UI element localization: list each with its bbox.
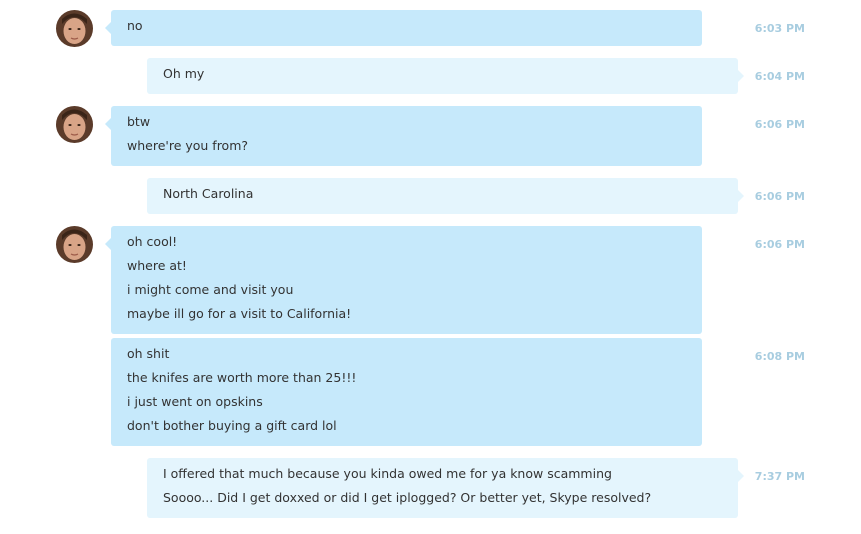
message-bubble-outgoing[interactable]: North Carolina — [147, 178, 738, 214]
contact-avatar[interactable] — [56, 226, 93, 263]
message-text: the knifes are worth more than 25!!! — [127, 370, 357, 385]
message-bubble-outgoing[interactable]: I offered that much because you kinda ow… — [147, 458, 738, 518]
message-text: where at! — [127, 258, 187, 273]
message-text: Soooo... Did I get doxxed or did I get i… — [163, 490, 652, 505]
message-text: I offered that much because you kinda ow… — [163, 466, 612, 481]
message-timestamp: 7:37 PM — [754, 470, 805, 483]
contact-avatar[interactable] — [56, 10, 93, 47]
message-timestamp: 6:04 PM — [754, 70, 805, 83]
message-text: where're you from? — [127, 138, 249, 153]
message-bubble-incoming[interactable]: btw where're you from? — [111, 106, 702, 166]
message-timestamp: 6:08 PM — [754, 350, 805, 363]
message-timestamp: 6:06 PM — [754, 190, 805, 203]
message-text: maybe ill go for a visit to California! — [127, 306, 352, 321]
message-text: North Carolina — [163, 186, 254, 201]
message-bubble-incoming[interactable]: oh shit the knifes are worth more than 2… — [111, 338, 702, 446]
message-timestamp: 6:03 PM — [754, 22, 805, 35]
message-timestamp: 6:06 PM — [754, 238, 805, 251]
avatar-face-icon — [56, 106, 93, 143]
message-text: oh shit — [127, 346, 170, 361]
message-bubble-incoming[interactable]: no — [111, 10, 702, 46]
message-timestamp: 6:06 PM — [754, 118, 805, 131]
message-bubble-incoming[interactable]: oh cool! where at! i might come and visi… — [111, 226, 702, 334]
message-text: don't bother buying a gift card lol — [127, 418, 337, 433]
message-bubble-outgoing[interactable]: Oh my — [147, 58, 738, 94]
avatar-face-icon — [56, 10, 93, 47]
message-text: btw — [127, 114, 151, 129]
contact-avatar[interactable] — [56, 106, 93, 143]
message-text: Oh my — [163, 66, 205, 81]
message-text: i just went on opskins — [127, 394, 263, 409]
message-text: i might come and visit you — [127, 282, 294, 297]
message-text: oh cool! — [127, 234, 178, 249]
avatar-face-icon — [56, 226, 93, 263]
message-text: no — [127, 18, 143, 33]
